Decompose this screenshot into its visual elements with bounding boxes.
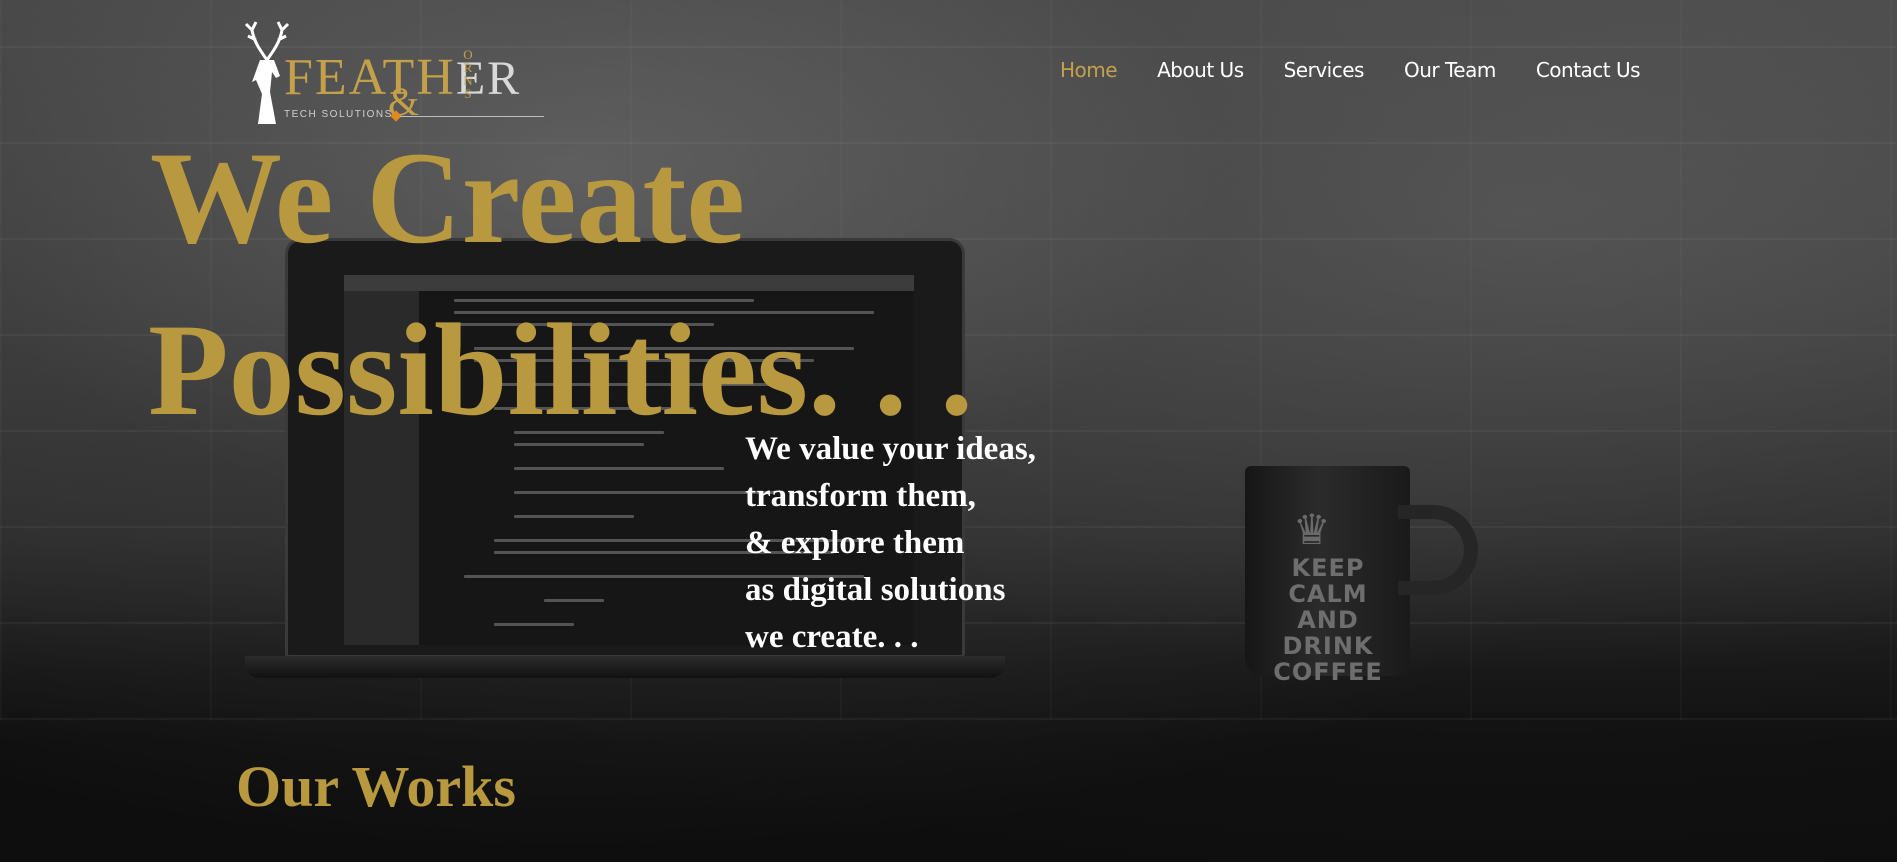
nav-home[interactable]: Home	[1060, 58, 1118, 82]
code-line	[514, 467, 724, 470]
main-nav: Home About Us Services Our Team Contact …	[1060, 58, 1680, 82]
hero-headline-line1: We Create	[150, 124, 745, 271]
tagline-line: We value your ideas,	[745, 431, 1036, 467]
nav-contact-us[interactable]: Contact Us	[1536, 58, 1641, 82]
tagline-line: & explore them	[745, 525, 965, 561]
tagline-line: we create. . .	[745, 619, 919, 655]
mug-text: KEEP CALM AND DRINK COFFEE	[1273, 554, 1383, 686]
code-line	[494, 623, 574, 626]
code-line	[514, 491, 774, 494]
hero-tagline: We value your ideas, transform them, & e…	[745, 426, 1036, 661]
tagline-line: transform them,	[745, 478, 976, 514]
code-line	[514, 515, 634, 518]
code-line	[544, 599, 604, 602]
tagline-line: as digital solutions	[745, 572, 1006, 608]
nav-our-team[interactable]: Our Team	[1404, 58, 1496, 82]
nav-services[interactable]: Services	[1284, 58, 1365, 82]
hero-headline-line2: Possibilities. . .	[148, 296, 974, 443]
our-works-heading: Our Works	[236, 754, 516, 819]
nav-about-us[interactable]: About Us	[1157, 58, 1244, 82]
logo-horns-text: ORNS	[463, 47, 473, 101]
code-line	[514, 443, 644, 446]
crown-icon: ♛	[1293, 505, 1331, 554]
